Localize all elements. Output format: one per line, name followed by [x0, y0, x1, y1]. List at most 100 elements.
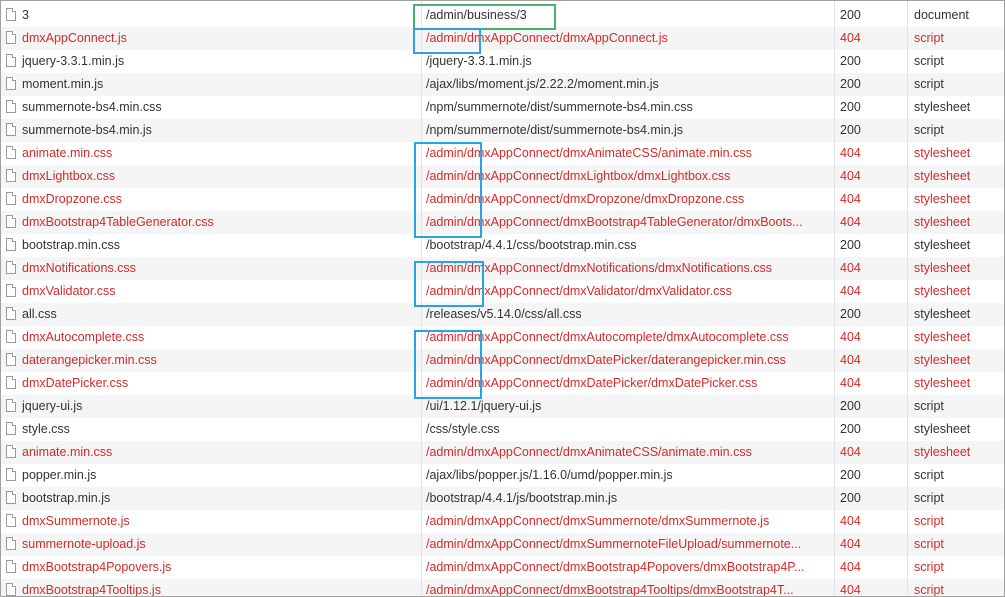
request-name-cell[interactable]: summernote-upload.js [6, 533, 418, 556]
request-name-cell[interactable]: dmxDropzone.css [6, 188, 418, 211]
file-icon [6, 99, 16, 113]
request-name-cell[interactable]: dmxBootstrap4Popovers.js [6, 556, 418, 579]
request-name-cell[interactable]: dmxSummernote.js [6, 510, 418, 533]
request-status: 404 [840, 560, 861, 574]
request-name: daterangepicker.min.css [22, 353, 157, 368]
request-name: style.css [22, 422, 70, 437]
request-name: popper.min.js [22, 468, 97, 483]
file-icon [6, 329, 16, 343]
request-path: /bootstrap/4.4.1/js/bootstrap.min.js [426, 491, 618, 505]
table-row[interactable]: bootstrap.min.js/bootstrap/4.4.1/js/boot… [1, 487, 1004, 510]
request-name-cell[interactable]: dmxDatePicker.css [6, 372, 418, 395]
request-status: 200 [840, 399, 861, 413]
table-row[interactable]: summernote-bs4.min.css/npm/summernote/di… [1, 96, 1004, 119]
table-row[interactable]: dmxBootstrap4TableGenerator.css/admin/dm… [1, 211, 1004, 234]
request-name: animate.min.css [22, 445, 113, 460]
request-type: script [914, 583, 944, 597]
request-name-cell[interactable]: moment.min.js [6, 73, 418, 96]
request-type: stylesheet [914, 238, 971, 252]
request-name: animate.min.css [22, 146, 113, 161]
request-type: script [914, 77, 944, 91]
request-name-cell[interactable]: 3 [6, 4, 418, 27]
request-name-cell[interactable]: dmxBootstrap4Tooltips.js [6, 579, 418, 596]
file-icon [6, 214, 16, 228]
request-name-cell[interactable]: animate.min.css [6, 441, 418, 464]
request-type: script [914, 537, 944, 551]
table-row[interactable]: style.css/css/style.css 200 stylesheet [1, 418, 1004, 441]
request-name-cell[interactable]: jquery-ui.js [6, 395, 418, 418]
request-status: 404 [840, 215, 861, 229]
table-row[interactable]: summernote-bs4.min.js/npm/summernote/dis… [1, 119, 1004, 142]
table-row[interactable]: dmxAutocomplete.css/admin/dmxAppConnect/… [1, 326, 1004, 349]
request-name-cell[interactable]: bootstrap.min.css [6, 234, 418, 257]
table-row[interactable]: jquery-ui.js/ui/1.12.1/jquery-ui.js 200 sc… [1, 395, 1004, 418]
table-row[interactable]: summernote-upload.js/admin/dmxAppConnect… [1, 533, 1004, 556]
request-name-cell[interactable]: all.css [6, 303, 418, 326]
table-row[interactable]: animate.min.css/admin/dmxAppConnect/dmxA… [1, 441, 1004, 464]
request-type: stylesheet [914, 100, 971, 114]
request-name-cell[interactable]: jquery-3.3.1.min.js [6, 50, 418, 73]
table-row[interactable]: daterangepicker.min.css/admin/dmxAppConn… [1, 349, 1004, 372]
request-name-cell[interactable]: dmxAppConnect.js [6, 27, 418, 50]
request-type: stylesheet [914, 422, 971, 436]
request-status: 404 [840, 445, 861, 459]
request-type: stylesheet [914, 215, 971, 229]
request-name: dmxBootstrap4TableGenerator.css [22, 215, 214, 230]
request-name-cell[interactable]: summernote-bs4.min.css [6, 96, 418, 119]
request-name-cell[interactable]: summernote-bs4.min.js [6, 119, 418, 142]
table-row[interactable]: dmxValidator.css/admin/dmxAppConnect/dmx… [1, 280, 1004, 303]
file-icon [6, 490, 16, 504]
table-row[interactable]: all.css/releases/v5.14.0/css/all.css 200 s… [1, 303, 1004, 326]
request-name: dmxLightbox.css [22, 169, 116, 184]
request-name: jquery-3.3.1.min.js [22, 54, 125, 69]
request-name-cell[interactable]: daterangepicker.min.css [6, 349, 418, 372]
request-name-cell[interactable]: popper.min.js [6, 464, 418, 487]
table-row[interactable]: dmxAppConnect.js/admin/dmxAppConnect/dmx… [1, 27, 1004, 50]
request-name: summernote-upload.js [22, 537, 146, 552]
request-name-cell[interactable]: bootstrap.min.js [6, 487, 418, 510]
file-icon [6, 536, 16, 550]
request-name-cell[interactable]: style.css [6, 418, 418, 441]
table-row[interactable]: dmxDatePicker.css/admin/dmxAppConnect/dm… [1, 372, 1004, 395]
table-row[interactable]: dmxNotifications.css/admin/dmxAppConnect… [1, 257, 1004, 280]
table-row[interactable]: dmxLightbox.css/admin/dmxAppConnect/dmxL… [1, 165, 1004, 188]
request-name-cell[interactable]: dmxAutocomplete.css [6, 326, 418, 349]
request-path: /admin/dmxAppConnect/dmxBootstrap4Popove… [426, 560, 805, 574]
file-icon [6, 30, 16, 44]
request-path: /admin/dmxAppConnect/dmxAppConnect.js [426, 31, 668, 45]
table-row[interactable]: dmxDropzone.css/admin/dmxAppConnect/dmxD… [1, 188, 1004, 211]
request-path: /releases/v5.14.0/css/all.css [426, 307, 582, 321]
request-type: script [914, 560, 944, 574]
table-row[interactable]: dmxSummernote.js/admin/dmxAppConnect/dmx… [1, 510, 1004, 533]
table-row[interactable]: bootstrap.min.css/bootstrap/4.4.1/css/bo… [1, 234, 1004, 257]
column-divider[interactable] [834, 1, 835, 596]
file-icon [6, 559, 16, 573]
table-row[interactable]: moment.min.js/ajax/libs/moment.js/2.22.2… [1, 73, 1004, 96]
table-row[interactable]: dmxBootstrap4Tooltips.js/admin/dmxAppCon… [1, 579, 1004, 597]
request-name-cell[interactable]: animate.min.css [6, 142, 418, 165]
request-name: dmxDropzone.css [22, 192, 123, 207]
file-icon [6, 260, 16, 274]
table-row[interactable]: animate.min.css/admin/dmxAppConnect/dmxA… [1, 142, 1004, 165]
file-icon [6, 53, 16, 67]
request-path: /npm/summernote/dist/summernote-bs4.min.… [426, 123, 684, 137]
file-icon [6, 467, 16, 481]
request-name-cell[interactable]: dmxLightbox.css [6, 165, 418, 188]
request-name-cell[interactable]: dmxBootstrap4TableGenerator.css [6, 211, 418, 234]
column-divider[interactable] [421, 1, 422, 596]
table-row[interactable]: jquery-3.3.1.min.js/jquery-3.3.1.min.js 2… [1, 50, 1004, 73]
request-status: 200 [840, 100, 861, 114]
table-row[interactable]: popper.min.js/ajax/libs/popper.js/1.16.0… [1, 464, 1004, 487]
request-status: 200 [840, 468, 861, 482]
request-type: stylesheet [914, 445, 971, 459]
request-name-cell[interactable]: dmxValidator.css [6, 280, 418, 303]
table-row[interactable]: dmxBootstrap4Popovers.js/admin/dmxAppCon… [1, 556, 1004, 579]
request-type: stylesheet [914, 376, 971, 390]
table-row[interactable]: 3/admin/business/3 200 document [1, 4, 1004, 27]
request-path: /admin/dmxAppConnect/dmxSummernoteFileUp… [426, 537, 802, 551]
request-name: summernote-bs4.min.js [22, 123, 152, 138]
request-name-cell[interactable]: dmxNotifications.css [6, 257, 418, 280]
request-name: bootstrap.min.css [22, 238, 120, 253]
request-type: script [914, 399, 944, 413]
column-divider[interactable] [907, 1, 908, 596]
